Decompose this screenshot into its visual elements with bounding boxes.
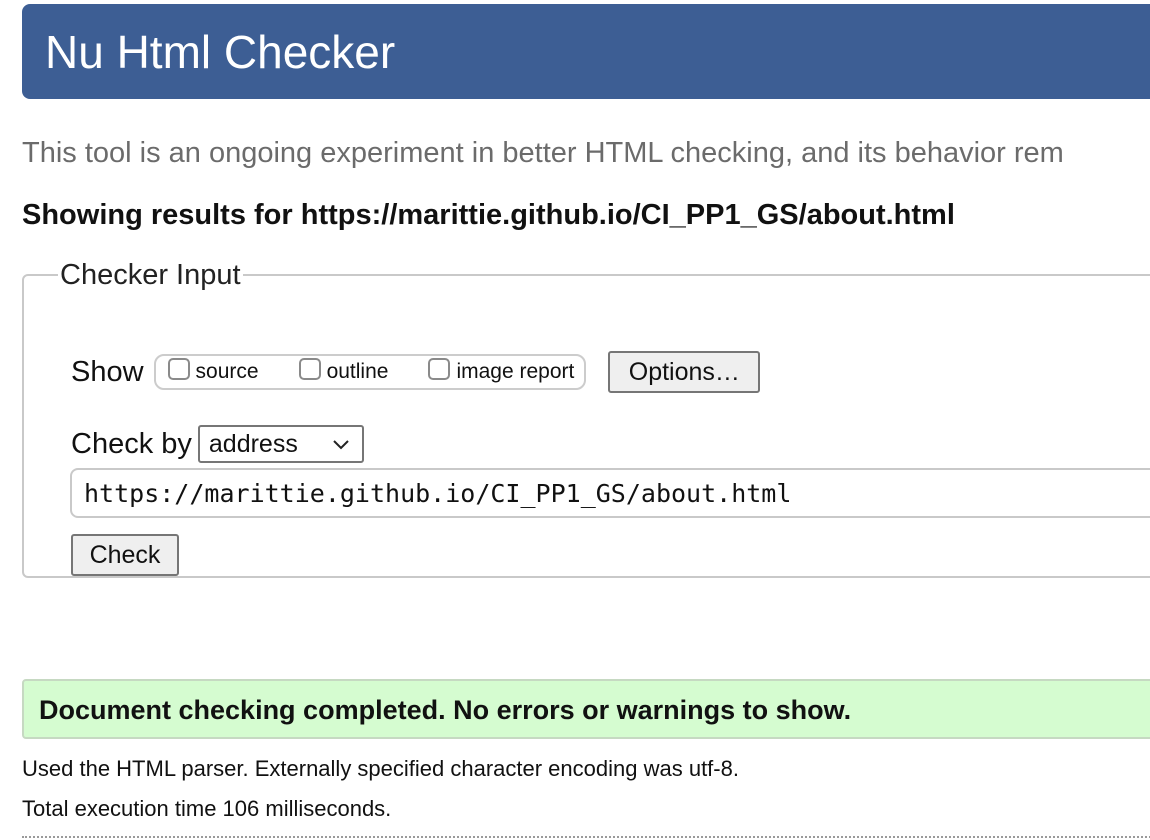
page-title: Nu Html Checker xyxy=(45,26,396,78)
chevron-down-icon[interactable] xyxy=(332,438,350,450)
header-banner: Nu Html Checker xyxy=(22,4,1150,99)
options-button[interactable]: Options… xyxy=(608,351,761,393)
parser-note: Used the HTML parser. Externally specifi… xyxy=(22,756,739,781)
results-heading-prefix: Showing results for xyxy=(22,199,301,231)
check-by-selected-value[interactable]: address xyxy=(209,430,298,459)
show-outline-option[interactable]: outline xyxy=(298,358,389,384)
results-heading: Showing results for https://marittie.git… xyxy=(22,196,955,234)
source-checkbox-label[interactable]: source xyxy=(196,360,259,384)
success-message: Document checking completed. No errors o… xyxy=(39,695,852,725)
show-source-option[interactable]: source xyxy=(167,358,259,384)
image-report-checkbox-label[interactable]: image report xyxy=(456,360,574,384)
outline-checkbox-label[interactable]: outline xyxy=(327,360,389,384)
check-button[interactable]: Check xyxy=(71,534,179,576)
check-by-label: Check by xyxy=(71,427,192,460)
page: Nu Html Checker This tool is an ongoing … xyxy=(0,0,1150,840)
show-row: Show source outline image report Options… xyxy=(71,351,761,393)
document-url-input[interactable] xyxy=(70,468,1150,518)
checker-input-legend: Checker Input xyxy=(60,259,241,291)
check-by-row: Check by address xyxy=(71,424,364,464)
intro-text: This tool is an ongoing experiment in be… xyxy=(22,137,1064,169)
source-checkbox[interactable] xyxy=(167,358,190,380)
show-label: Show xyxy=(71,355,144,388)
image-report-checkbox[interactable] xyxy=(428,358,451,380)
dotted-divider xyxy=(22,836,1150,838)
results-url: https://marittie.github.io/CI_PP1_GS/abo… xyxy=(300,199,955,231)
success-message-box: Document checking completed. No errors o… xyxy=(22,679,1150,739)
checker-input-fieldset: Checker Input Show source outline image … xyxy=(22,260,1150,578)
outline-checkbox[interactable] xyxy=(298,358,321,380)
execution-time-note: Total execution time 106 milliseconds. xyxy=(22,796,392,821)
show-image-report-option[interactable]: image report xyxy=(428,358,574,384)
show-options-group: source outline image report xyxy=(153,354,587,390)
check-by-select[interactable]: address xyxy=(197,425,364,463)
